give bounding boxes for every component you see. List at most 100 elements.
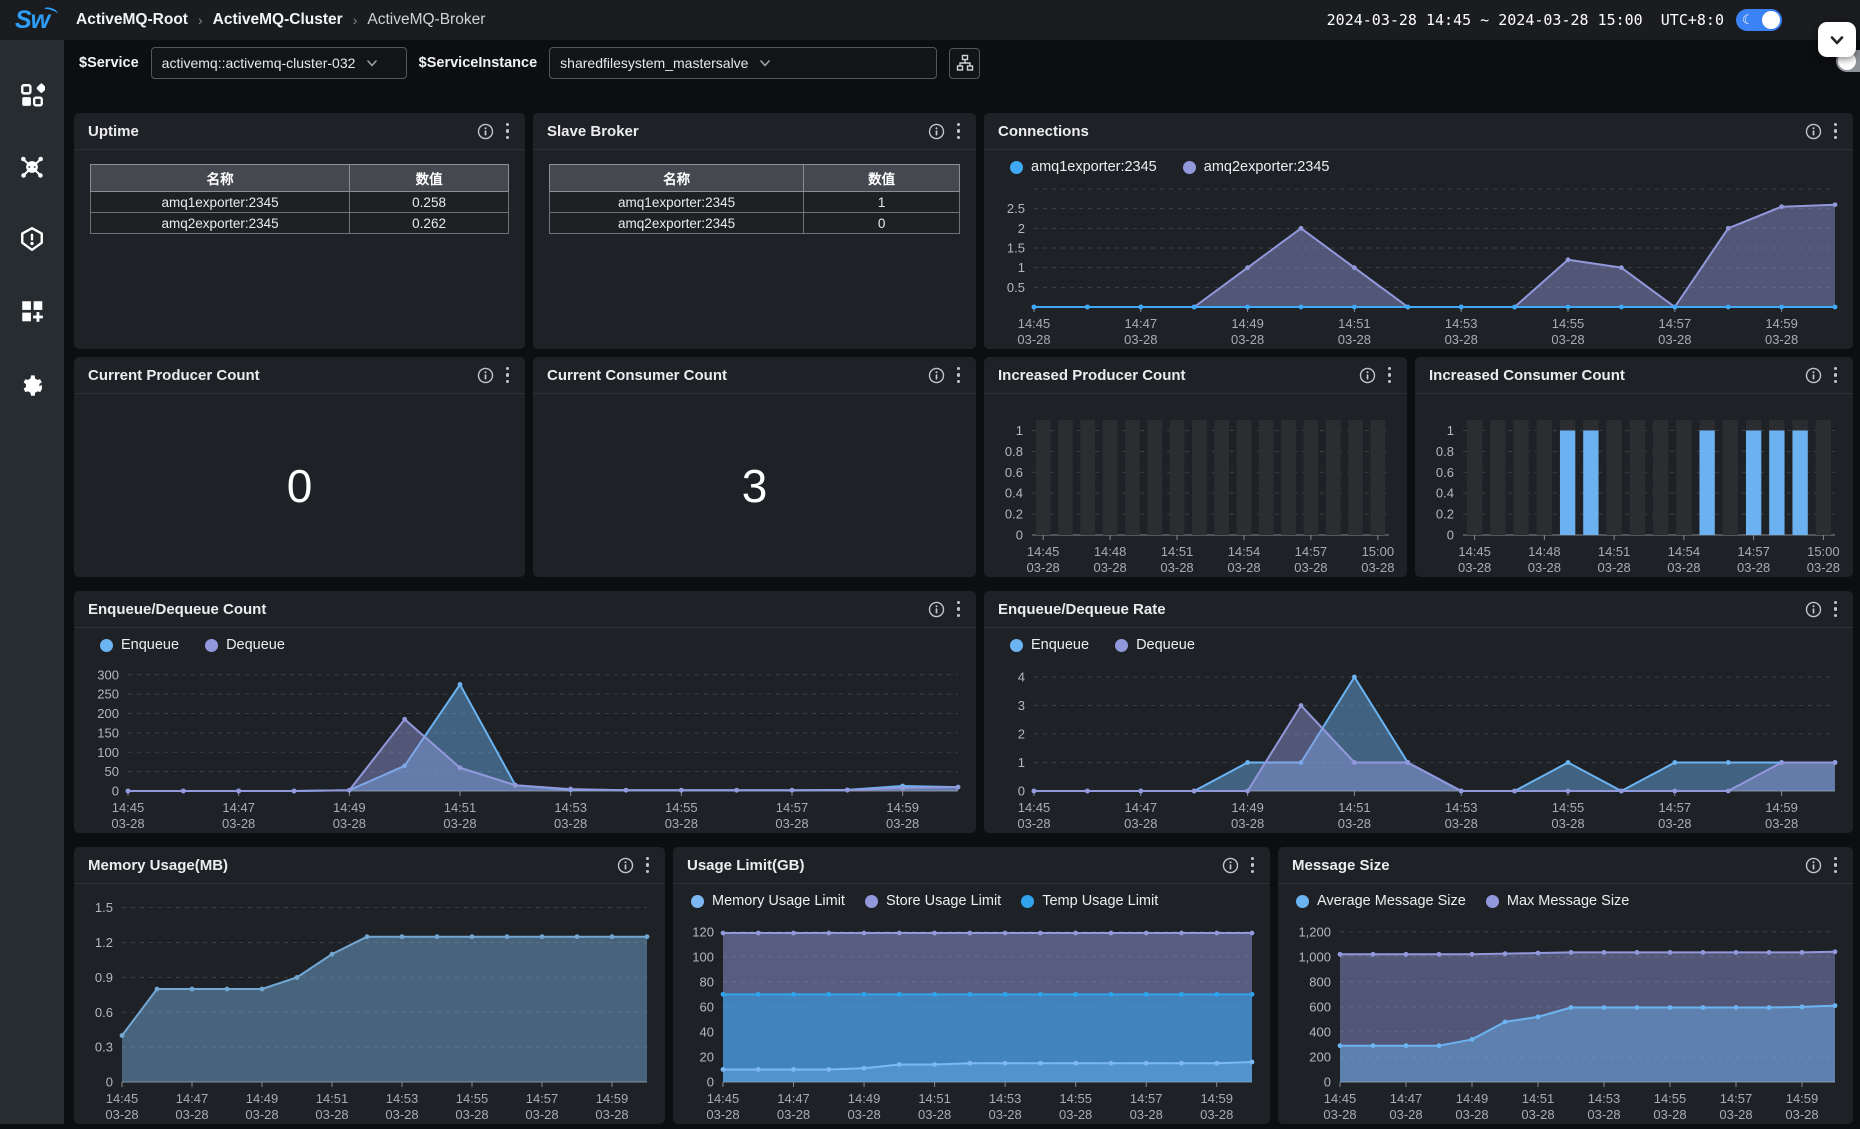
chevron-right-icon: › (197, 12, 203, 28)
legend-item[interactable]: Average Message Size (1296, 893, 1466, 909)
theme-toggle[interactable]: ☾ (1736, 9, 1782, 31)
info-icon[interactable] (1805, 601, 1822, 618)
info-icon[interactable] (1805, 367, 1822, 384)
memory-usage-chart[interactable]: 0 0.3 0.6 0.9 1.2 1.5 14:45 03-28 14:47 03-28 14:4… (74, 884, 665, 1124)
svg-text:14:57: 14:57 (1659, 800, 1692, 815)
message-size-chart[interactable]: 0 200 400 600 800 1,000 1,200 14:45 03-28 14:47 03… (1278, 911, 1853, 1124)
info-icon[interactable] (477, 123, 494, 140)
legend-item[interactable]: amq2exporter:2345 (1182, 159, 1330, 175)
svg-text:14:59: 14:59 (1786, 1091, 1819, 1106)
legend-dot (1115, 638, 1129, 652)
svg-text:03-28: 03-28 (1017, 816, 1050, 831)
svg-text:14:45: 14:45 (1018, 316, 1051, 331)
kebab-menu-icon[interactable] (1832, 855, 1840, 876)
svg-text:03-28: 03-28 (315, 1107, 348, 1122)
svg-text:03-28: 03-28 (1361, 560, 1394, 575)
kebab-menu-icon[interactable] (644, 855, 652, 876)
enqueue-dequeue-rate-chart[interactable]: 0 1 2 3 4 14:45 03-28 14:47 03-28 14:49 03-28 14:51… (984, 655, 1853, 833)
instance-hierarchy-button[interactable] (949, 47, 981, 79)
svg-text:03-28: 03-28 (1445, 816, 1478, 831)
increased-consumer-chart[interactable]: 0 0.2 0.4 0.6 0.8 1 14:45 03-28 14:48 03-28 14:51 0… (1415, 394, 1853, 577)
panel-title: Increased Producer Count (998, 366, 1186, 384)
svg-text:03-28: 03-28 (525, 1107, 558, 1122)
connections-chart[interactable]: 0.5 1 1.5 2 2.5 14:45 03-28 14:47 03-28 14:49 03-2… (984, 177, 1853, 349)
svg-text:14:57: 14:57 (1720, 1091, 1753, 1106)
svg-text:03-28: 03-28 (886, 816, 919, 831)
info-icon[interactable] (1805, 123, 1822, 140)
svg-text:03-28: 03-28 (989, 1107, 1022, 1122)
kebab-menu-icon[interactable] (1386, 365, 1394, 386)
info-icon[interactable] (1222, 857, 1239, 874)
svg-text:14:55: 14:55 (1654, 1091, 1687, 1106)
info-icon[interactable] (928, 123, 945, 140)
chart-legend: Enqueue Dequeue (74, 628, 976, 655)
svg-text:03-28: 03-28 (1658, 816, 1691, 831)
info-icon[interactable] (617, 857, 634, 874)
legend-item[interactable]: Enqueue (1010, 637, 1089, 653)
kebab-menu-icon[interactable] (504, 365, 512, 386)
kebab-menu-icon[interactable] (955, 599, 963, 620)
svg-text:14:47: 14:47 (176, 1091, 209, 1106)
time-range[interactable]: 2024-03-28 14:45 ~ 2024-03-28 15:00 UTC+… (1327, 11, 1724, 29)
legend-item[interactable]: Enqueue (100, 637, 179, 653)
panel-title: Uptime (88, 122, 139, 140)
svg-text:03-28: 03-28 (1598, 560, 1631, 575)
table-row: amq2exporter:2345 0 (548, 212, 960, 234)
svg-text:0.6: 0.6 (1005, 465, 1023, 480)
kebab-menu-icon[interactable] (1249, 855, 1257, 876)
svg-text:03-28: 03-28 (1160, 560, 1193, 575)
kebab-menu-icon[interactable] (1832, 121, 1840, 142)
settings-icon[interactable] (19, 370, 45, 396)
skywalking-logo[interactable]: Sw (0, 6, 64, 35)
kebab-menu-icon[interactable] (955, 365, 963, 386)
svg-text:14:57: 14:57 (1737, 544, 1770, 559)
svg-text:600: 600 (1309, 999, 1331, 1014)
svg-text:14:51: 14:51 (444, 800, 477, 815)
info-icon[interactable] (1805, 857, 1822, 874)
kebab-menu-icon[interactable] (504, 121, 512, 142)
legend-item[interactable]: Memory Usage Limit (691, 893, 845, 909)
topology-icon[interactable] (19, 154, 45, 180)
svg-text:60: 60 (700, 999, 714, 1014)
legend-item[interactable]: Temp Usage Limit (1021, 893, 1158, 909)
kebab-menu-icon[interactable] (955, 121, 963, 142)
chevron-down-button[interactable] (1818, 22, 1856, 57)
legend-item[interactable]: Store Usage Limit (864, 893, 1001, 909)
svg-text:200: 200 (1309, 1049, 1331, 1064)
panel-connections: Connections amq1exporter:2345 amq2export… (984, 113, 1853, 349)
svg-text:0.5: 0.5 (1007, 280, 1025, 295)
svg-text:03-28: 03-28 (1719, 1107, 1752, 1122)
legend-item[interactable]: amq1exporter:2345 (1010, 159, 1157, 175)
svg-text:0.8: 0.8 (1005, 444, 1023, 459)
alerting-icon[interactable] (19, 226, 45, 252)
svg-text:800: 800 (1309, 974, 1331, 989)
increased-producer-chart[interactable]: 0 0.2 0.4 0.6 0.8 1 14:45 03-28 14:48 03-28 14:51 0… (984, 394, 1407, 577)
svg-text:120: 120 (692, 924, 714, 939)
usage-limit-chart[interactable]: 0 20 40 60 80 100 120 14:45 03-28 14:47 03-28 14:49… (673, 911, 1270, 1124)
service-select[interactable]: activemq::activemq-cluster-032 (150, 47, 407, 79)
panel-slave-broker: Slave Broker 名称 数值 amq1exporter:2345 1 amq… (533, 113, 976, 349)
legend-item[interactable]: Dequeue (1115, 637, 1195, 653)
info-icon[interactable] (928, 601, 945, 618)
chart-legend: Average Message Size Max Message Size (1278, 884, 1853, 911)
info-icon[interactable] (1359, 367, 1376, 384)
new-dashboard-icon[interactable] (19, 298, 45, 324)
enqueue-dequeue-count-chart[interactable]: 0 50 100 150 200 250 300 14:45 03-28 14:47 03-28 14… (74, 655, 976, 833)
svg-text:14:55: 14:55 (1059, 1091, 1092, 1106)
top-bar: Sw ActiveMQ-Root › ActiveMQ-Cluster › Ac… (0, 0, 1860, 40)
svg-text:03-28: 03-28 (245, 1107, 278, 1122)
breadcrumb-root[interactable]: ActiveMQ-Root (76, 11, 188, 29)
instance-select[interactable]: sharedfilesystem_mastersalve (549, 47, 938, 79)
dashboards-icon[interactable] (19, 82, 45, 108)
kebab-menu-icon[interactable] (1832, 365, 1840, 386)
kebab-menu-icon[interactable] (1832, 599, 1840, 620)
toggle-knob (1762, 11, 1780, 29)
legend-item[interactable]: Max Message Size (1485, 893, 1629, 909)
filter-bar: $Service activemq::activemq-cluster-032 … (79, 46, 981, 80)
legend-item[interactable]: Dequeue (205, 637, 285, 653)
svg-text:14:59: 14:59 (1200, 1091, 1233, 1106)
info-icon[interactable] (477, 367, 494, 384)
breadcrumb-cluster[interactable]: ActiveMQ-Cluster (213, 11, 343, 29)
info-icon[interactable] (928, 367, 945, 384)
breadcrumb-broker[interactable]: ActiveMQ-Broker (367, 11, 485, 29)
